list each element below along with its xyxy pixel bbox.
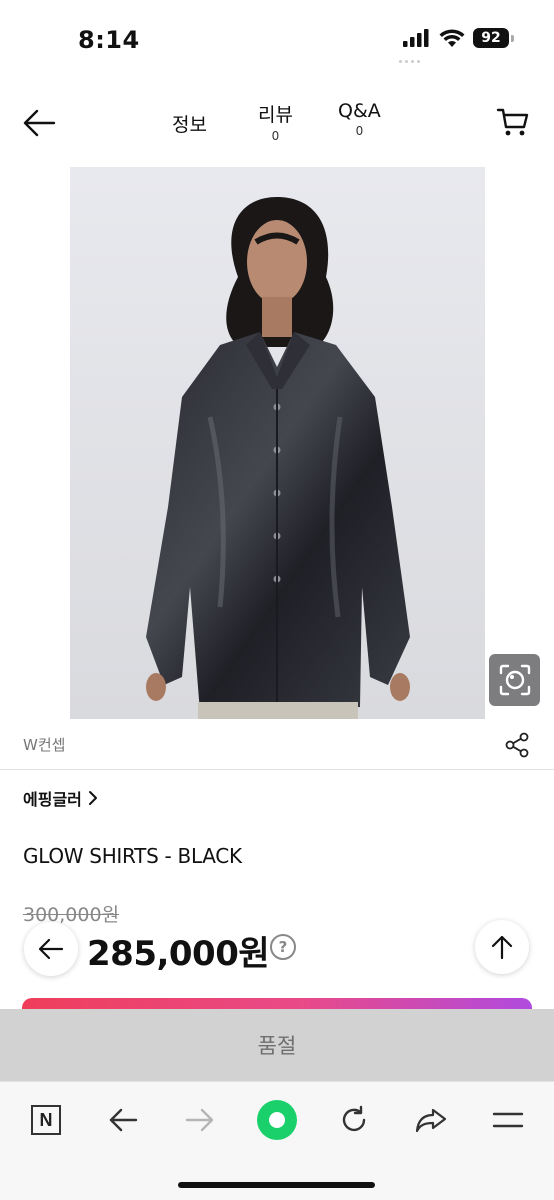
- back-button[interactable]: [22, 108, 58, 138]
- tab-qa-count: 0: [355, 124, 364, 138]
- tab-qa-label: Q&A: [338, 100, 381, 122]
- naver-home-button[interactable]: N: [24, 1098, 68, 1142]
- sale-price: 285,000원: [87, 934, 270, 974]
- arrow-up-icon: [491, 935, 513, 960]
- browser-toolbar: N: [0, 1081, 554, 1200]
- soldout-label: 품절: [257, 1034, 297, 1058]
- share-arrow-icon: [415, 1108, 447, 1133]
- tab-review[interactable]: 리뷰 0: [258, 100, 293, 143]
- signal-icon: [403, 29, 429, 47]
- top-nav: 정보 리뷰 0 Q&A 0: [0, 90, 554, 154]
- brand-name: 에핑글러: [23, 790, 82, 809]
- question-icon[interactable]: ?: [270, 934, 296, 960]
- cart-button[interactable]: [496, 106, 530, 138]
- back-arrow-icon: [109, 1108, 138, 1132]
- battery-indicator: 92: [473, 28, 514, 48]
- status-icons: 92: [403, 28, 514, 48]
- chevron-right-icon: [88, 791, 97, 805]
- browser-back-button[interactable]: [101, 1098, 145, 1142]
- scroll-top-button[interactable]: [475, 920, 529, 974]
- browser-forward-button[interactable]: [178, 1098, 222, 1142]
- back-arrow-icon: [38, 938, 64, 960]
- product-name: GLOW SHIRTS - BLACK: [23, 844, 242, 868]
- home-indicator: [178, 1182, 375, 1188]
- refresh-button[interactable]: [332, 1098, 376, 1142]
- share-button[interactable]: [503, 731, 531, 759]
- tab-info[interactable]: 정보: [172, 110, 207, 137]
- menu-button[interactable]: [486, 1098, 530, 1142]
- soldout-button[interactable]: 품절: [0, 1009, 554, 1081]
- image-search-button[interactable]: [489, 654, 540, 706]
- battery-level: 92: [473, 28, 509, 48]
- green-dot-icon: [257, 1100, 297, 1140]
- tab-review-label: 리뷰: [258, 104, 293, 126]
- tab-review-count: 0: [271, 129, 280, 143]
- seller-name: W컨셉: [23, 736, 66, 754]
- browser-share-button[interactable]: [409, 1098, 453, 1142]
- seller-row: W컨셉: [0, 726, 554, 770]
- cart-icon: [496, 108, 529, 136]
- status-time: 8:14: [78, 26, 140, 54]
- wifi-icon: [439, 28, 465, 47]
- green-dot-button[interactable]: [255, 1098, 299, 1142]
- forward-arrow-icon: [185, 1108, 214, 1132]
- status-bar: 8:14 92: [0, 0, 554, 80]
- status-dots: [399, 60, 429, 66]
- refresh-icon: [342, 1105, 366, 1132]
- battery-tip: [511, 34, 514, 42]
- product-photo-model: [70, 167, 485, 719]
- floating-back-button[interactable]: [24, 922, 78, 976]
- naver-n-icon: N: [31, 1105, 61, 1135]
- brand-link[interactable]: 에핑글러: [23, 786, 98, 810]
- tab-info-label: 정보: [172, 114, 207, 136]
- share-icon: [505, 732, 529, 758]
- menu-icon: [492, 1112, 524, 1128]
- lens-search-icon: [499, 664, 530, 696]
- tab-qa[interactable]: Q&A 0: [338, 100, 381, 138]
- back-arrow-icon: [23, 109, 56, 137]
- product-image[interactable]: [70, 167, 485, 719]
- price-row: 285,000원 ?: [0, 920, 554, 980]
